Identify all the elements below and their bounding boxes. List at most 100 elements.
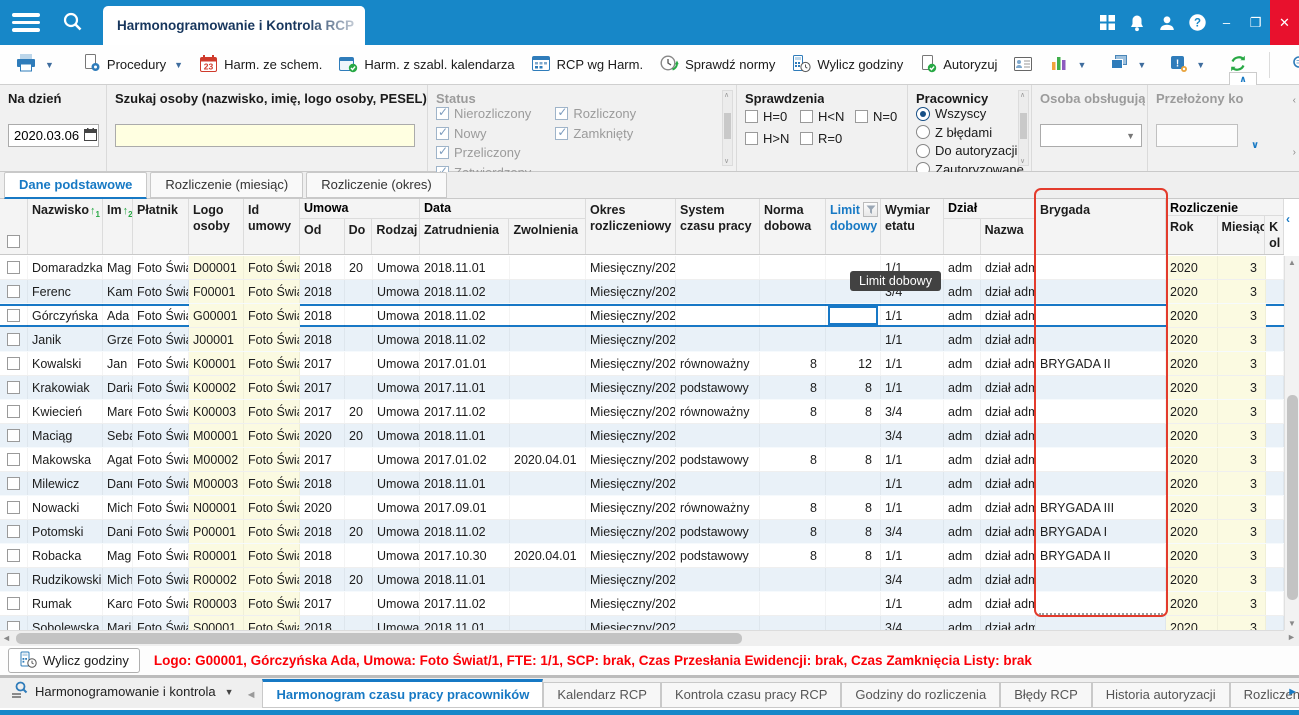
- table-row[interactable]: MilewiczDanuFoto ŚwiatM00003Foto Świat/1…: [0, 472, 1284, 496]
- row-checkbox[interactable]: [7, 453, 20, 466]
- bottom-tab-Kalendarz RCP[interactable]: Kalendarz RCP: [543, 682, 661, 708]
- view-tab-Rozliczenie (okres)[interactable]: Rozliczenie (okres): [306, 172, 447, 198]
- checkbox-icon[interactable]: [745, 132, 758, 145]
- table-row[interactable]: RumakKaroFoto ŚwiatR00003Foto Świat/1201…: [0, 592, 1284, 616]
- checkbox-N=0[interactable]: N=0: [855, 109, 910, 124]
- minimize-button[interactable]: –: [1212, 0, 1241, 45]
- column-header-idumowy[interactable]: Id umowy: [244, 199, 300, 254]
- bottom-tab-Historia autoryzacji[interactable]: Historia autoryzacji: [1092, 682, 1230, 708]
- status-scrollbar[interactable]: [722, 90, 733, 166]
- table-row[interactable]: GórczyńskaAdaFoto ŚwiatG00001Foto Świat/…: [0, 304, 1284, 328]
- module-selector[interactable]: Harmonogramowanie i kontrola ▼: [0, 681, 244, 708]
- column-header-brygada[interactable]: Brygada: [1036, 199, 1166, 254]
- row-checkbox[interactable]: [7, 357, 20, 370]
- calendar-icon[interactable]: [84, 128, 97, 144]
- pracownicy-scrollbar[interactable]: [1018, 90, 1029, 166]
- vertical-scrollbar[interactable]: ▲ ▼: [1284, 256, 1299, 630]
- scroll-left-icon[interactable]: ◄: [2, 633, 11, 643]
- column-header-od[interactable]: Od: [300, 219, 345, 254]
- bottom-tab-Kontrola czasu pracy RCP[interactable]: Kontrola czasu pracy RCP: [661, 682, 841, 708]
- view-tab-Rozliczenie (miesiąc)[interactable]: Rozliczenie (miesiąc): [150, 172, 303, 198]
- checkbox-icon[interactable]: [745, 110, 758, 123]
- sprawdz-normy-button[interactable]: Sprawdź normy: [652, 49, 782, 80]
- checkbox-icon[interactable]: [800, 110, 813, 123]
- wylicz-godziny-footer-button[interactable]: Wylicz godziny: [8, 648, 140, 673]
- przelozony-input[interactable]: [1156, 124, 1238, 147]
- radio-icon[interactable]: [916, 107, 930, 121]
- radio-Do autoryzacji[interactable]: Do autoryzacji: [916, 143, 1024, 158]
- checkbox-icon[interactable]: [855, 110, 868, 123]
- tabs-scroll-left-icon[interactable]: ◄: [244, 689, 263, 708]
- procedury-button[interactable]: Procedury ▼: [75, 49, 190, 80]
- table-row[interactable]: SobolewskaMariFoto ŚwiatS00001Foto Świat…: [0, 616, 1284, 630]
- column-header-limit[interactable]: Limit dobowy: [826, 199, 881, 254]
- scroll-right-icon[interactable]: ►: [1284, 630, 1299, 646]
- checkbox-H=0[interactable]: H=0: [745, 109, 800, 124]
- bottom-tab-Harmonogram czasu pracy pracowników[interactable]: Harmonogram czasu pracy pracowników: [262, 679, 543, 708]
- date-input[interactable]: 2020.03.06: [8, 124, 99, 147]
- autoryzuj-button[interactable]: Autoryzuj: [912, 50, 1004, 80]
- harm-z-szabl-button[interactable]: Harm. z szabl. kalendarza: [331, 50, 521, 80]
- column-header-logo[interactable]: Logo osoby: [189, 199, 244, 254]
- search-records-button[interactable]: [1284, 50, 1299, 80]
- row-checkbox[interactable]: [7, 333, 20, 346]
- table-row[interactable]: RobackaMagFoto ŚwiatR00001Foto Świat/120…: [0, 544, 1284, 568]
- checkbox-H>N[interactable]: H>N: [745, 131, 800, 146]
- search-person-input[interactable]: [115, 124, 415, 147]
- row-checkbox[interactable]: [7, 381, 20, 394]
- horizontal-scrollbar[interactable]: ◄: [0, 630, 1284, 646]
- table-row[interactable]: MakowskaAgatFoto ŚwiatM00002Foto Świat/1…: [0, 448, 1284, 472]
- column-header-zatrudnienia[interactable]: Zatrudnienia: [420, 219, 509, 254]
- id-card-button[interactable]: [1006, 50, 1040, 80]
- table-row[interactable]: DomaradzkaMagFoto ŚwiatD00001Foto Świat/…: [0, 256, 1284, 280]
- table-row[interactable]: PotomskiDaniFoto ŚwiatP00001Foto Świat/1…: [0, 520, 1284, 544]
- table-row[interactable]: RudzikowskiMichFoto ŚwiatR00002Foto Świa…: [0, 568, 1284, 592]
- checkbox-icon[interactable]: [800, 132, 813, 145]
- column-header-system[interactable]: System czasu pracy: [676, 199, 760, 254]
- search-icon[interactable]: [62, 11, 84, 38]
- table-row[interactable]: JanikGrzeFoto ŚwiatJ00001Foto Świat/1201…: [0, 328, 1284, 352]
- bottom-tab-Godziny do rozliczenia[interactable]: Godziny do rozliczenia: [841, 682, 1000, 708]
- scroll-up-icon[interactable]: ▲: [1285, 258, 1299, 267]
- apps-grid-icon[interactable]: [1099, 14, 1116, 31]
- radio-Wszyscy[interactable]: Wszyscy: [916, 106, 1024, 121]
- table-row[interactable]: NowackiMichFoto ŚwiatN00001Foto Świat/12…: [0, 496, 1284, 520]
- osoba-obslugujaca-select[interactable]: ▼: [1040, 124, 1142, 147]
- column-header-rodzaj[interactable]: Rodzaj: [372, 219, 419, 254]
- help-icon[interactable]: ?: [1188, 13, 1207, 32]
- table-row[interactable]: MaciągSebaFoto ŚwiatM00001Foto Świat/120…: [0, 424, 1284, 448]
- column-header-wymiar[interactable]: Wymiar etatu: [881, 199, 944, 254]
- checkbox-R=0[interactable]: R=0: [800, 131, 855, 146]
- row-checkbox[interactable]: [7, 285, 20, 298]
- row-checkbox[interactable]: [7, 549, 20, 562]
- column-header-dzial_nazwa[interactable]: Nazwa: [981, 219, 1035, 254]
- print-button[interactable]: ▼: [8, 49, 61, 80]
- notifications-bell-icon[interactable]: [1128, 14, 1146, 32]
- maximize-button[interactable]: ❐: [1241, 0, 1270, 45]
- toolbar-collapse-button[interactable]: ∧: [1229, 72, 1257, 85]
- table-row[interactable]: KrakowiakDariaFoto ŚwiatK00002Foto Świat…: [0, 376, 1284, 400]
- bottom-tab-Błędy RCP[interactable]: Błędy RCP: [1000, 682, 1092, 708]
- scroll-left-icon[interactable]: ‹: [1293, 95, 1296, 106]
- harm-ze-schem-button[interactable]: 23 Harm. ze schem.: [192, 50, 329, 80]
- column-header-miesiac[interactable]: Miesiąc: [1218, 216, 1266, 255]
- collapse-columns-icon[interactable]: ‹: [1286, 212, 1290, 226]
- column-header-do[interactable]: Do: [345, 219, 373, 254]
- column-header-nazwisko[interactable]: Nazwisko↑1: [28, 199, 103, 254]
- radio-icon[interactable]: [916, 144, 930, 158]
- row-checkbox[interactable]: [7, 261, 20, 274]
- column-header-zwolnienia[interactable]: Zwolnienia: [509, 219, 585, 254]
- scroll-right-icon[interactable]: ›: [1293, 147, 1296, 158]
- chart-view-button[interactable]: ▼: [1042, 50, 1093, 79]
- rcp-wg-harm-button[interactable]: RCP wg Harm.: [524, 50, 650, 80]
- row-checkbox[interactable]: [7, 525, 20, 538]
- row-checkbox[interactable]: [7, 429, 20, 442]
- vertical-scroll-thumb[interactable]: [1287, 395, 1298, 600]
- select-all-checkbox[interactable]: [7, 235, 20, 248]
- tabs-scroll-right-icon[interactable]: ►: [1287, 686, 1298, 698]
- hamburger-menu-icon[interactable]: [12, 13, 40, 32]
- alerts-settings-button[interactable]: ! ▼: [1162, 50, 1212, 80]
- table-row[interactable]: FerencKamFoto ŚwiatF00001Foto Świat/1201…: [0, 280, 1284, 304]
- row-checkbox[interactable]: [7, 501, 20, 514]
- table-row[interactable]: KwiecieńMareFoto ŚwiatK00003Foto Świat/1…: [0, 400, 1284, 424]
